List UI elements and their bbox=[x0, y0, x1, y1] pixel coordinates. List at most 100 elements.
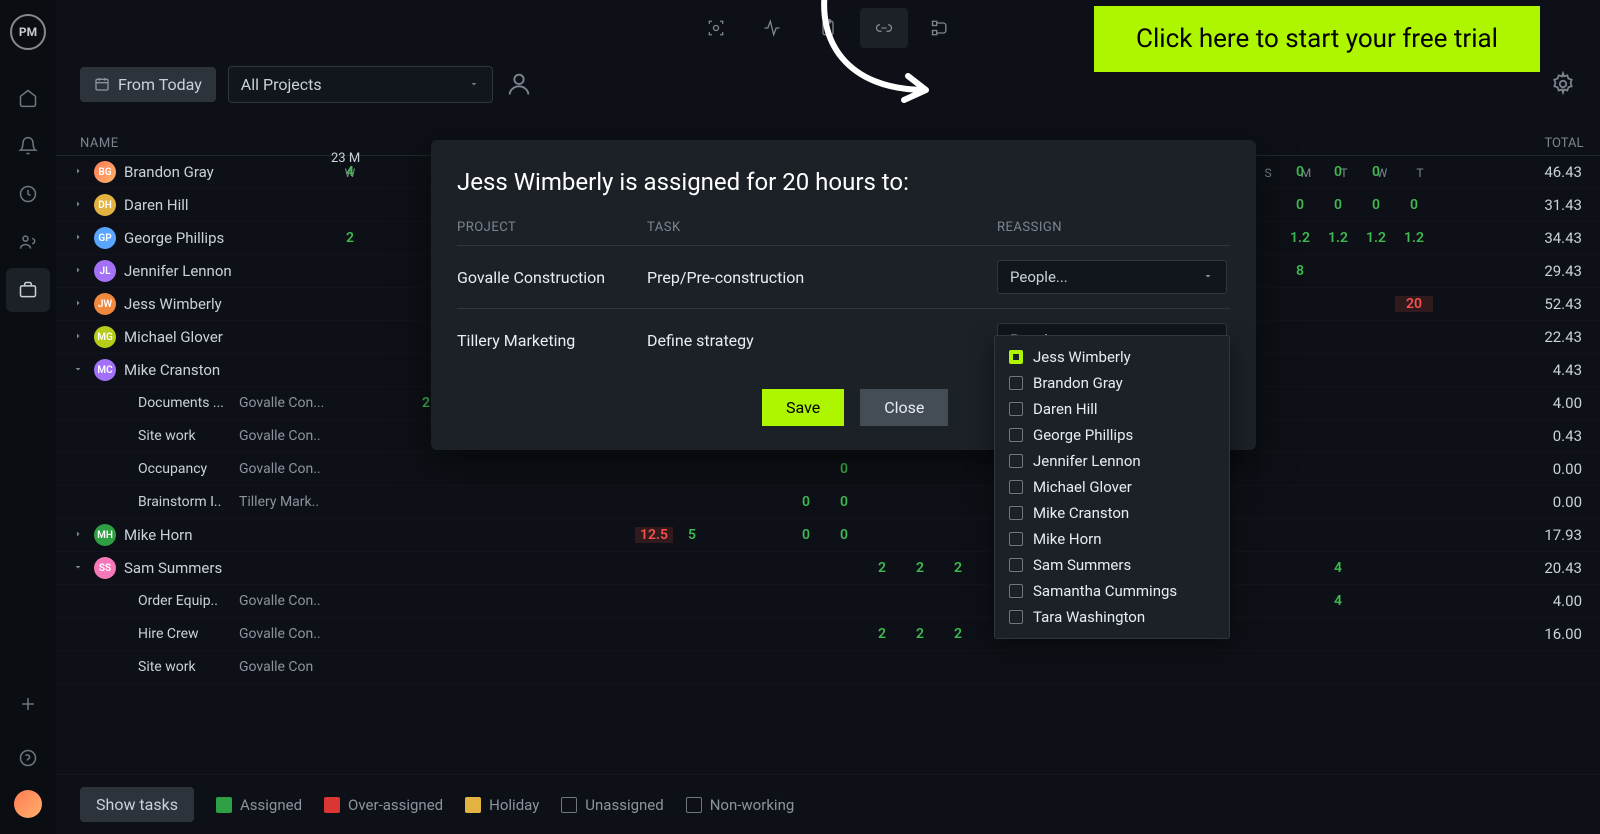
hours-cell[interactable] bbox=[1357, 560, 1395, 576]
task-row[interactable]: OccupancyGovalle Con..00.00 bbox=[56, 453, 1600, 486]
dropdown-option[interactable]: Mike Cranston bbox=[995, 500, 1229, 526]
hours-cell[interactable] bbox=[673, 626, 711, 642]
hours-cell[interactable] bbox=[1243, 494, 1281, 510]
hours-cell[interactable] bbox=[369, 230, 407, 246]
hours-cell[interactable] bbox=[407, 626, 445, 642]
hours-cell[interactable] bbox=[825, 560, 863, 576]
cta-banner[interactable]: Click here to start your free trial bbox=[1094, 6, 1540, 72]
hours-cell[interactable] bbox=[673, 560, 711, 576]
hours-cell[interactable]: 2 bbox=[331, 230, 369, 246]
hours-cell[interactable] bbox=[597, 461, 635, 477]
checkbox[interactable] bbox=[1009, 610, 1023, 624]
home-icon[interactable] bbox=[6, 76, 50, 120]
chevron-right-icon[interactable] bbox=[72, 229, 86, 247]
hours-cell[interactable] bbox=[711, 461, 749, 477]
hours-cell[interactable] bbox=[1433, 560, 1471, 576]
hours-cell[interactable] bbox=[521, 626, 559, 642]
projects-select[interactable]: All Projects bbox=[228, 66, 493, 103]
bell-icon[interactable] bbox=[6, 124, 50, 168]
hours-cell[interactable] bbox=[901, 494, 939, 510]
hours-cell[interactable] bbox=[825, 593, 863, 609]
hours-cell[interactable] bbox=[1395, 164, 1433, 180]
hours-cell[interactable] bbox=[1395, 461, 1433, 477]
hours-cell[interactable] bbox=[863, 593, 901, 609]
hours-cell[interactable] bbox=[1357, 263, 1395, 279]
hours-cell[interactable] bbox=[1433, 296, 1471, 312]
task-row[interactable]: Site workGovalle Con bbox=[56, 651, 1600, 684]
hours-cell[interactable] bbox=[331, 494, 369, 510]
hours-cell[interactable] bbox=[1281, 494, 1319, 510]
hours-cell[interactable] bbox=[1319, 527, 1357, 543]
hours-cell[interactable] bbox=[1281, 527, 1319, 543]
hours-cell[interactable] bbox=[1319, 494, 1357, 510]
task-row[interactable]: Order Equip..Govalle Con..44.00 bbox=[56, 585, 1600, 618]
hours-cell[interactable] bbox=[369, 164, 407, 180]
chevron-right-icon[interactable] bbox=[72, 262, 86, 280]
hours-cell[interactable]: 2 bbox=[939, 626, 977, 642]
hours-cell[interactable]: 0 bbox=[825, 494, 863, 510]
chevron-right-icon[interactable] bbox=[72, 328, 86, 346]
hours-cell[interactable] bbox=[635, 626, 673, 642]
hours-cell[interactable] bbox=[749, 626, 787, 642]
hours-cell[interactable]: 20 bbox=[1395, 296, 1433, 312]
hours-cell[interactable] bbox=[1319, 461, 1357, 477]
hours-cell[interactable] bbox=[1319, 395, 1357, 411]
checkbox[interactable] bbox=[1009, 506, 1023, 520]
checkbox[interactable] bbox=[1009, 350, 1023, 364]
hours-cell[interactable] bbox=[1433, 461, 1471, 477]
hours-cell[interactable] bbox=[1319, 263, 1357, 279]
hours-cell[interactable] bbox=[483, 593, 521, 609]
hours-cell[interactable] bbox=[1433, 164, 1471, 180]
hours-cell[interactable] bbox=[331, 593, 369, 609]
hours-cell[interactable] bbox=[711, 494, 749, 510]
hours-cell[interactable] bbox=[559, 626, 597, 642]
hours-cell[interactable]: 2 bbox=[863, 560, 901, 576]
hours-cell[interactable] bbox=[1357, 461, 1395, 477]
hours-cell[interactable] bbox=[331, 527, 369, 543]
hours-cell[interactable] bbox=[597, 527, 635, 543]
hours-cell[interactable] bbox=[1281, 560, 1319, 576]
help-icon[interactable] bbox=[6, 736, 50, 780]
hours-cell[interactable] bbox=[939, 461, 977, 477]
hours-cell[interactable] bbox=[1319, 296, 1357, 312]
hours-cell[interactable]: 1.2 bbox=[1319, 230, 1357, 246]
hours-cell[interactable] bbox=[863, 494, 901, 510]
chevron-right-icon[interactable] bbox=[72, 163, 86, 181]
hours-cell[interactable] bbox=[521, 461, 559, 477]
hours-cell[interactable] bbox=[1433, 230, 1471, 246]
hours-cell[interactable]: 2 bbox=[939, 560, 977, 576]
hours-cell[interactable]: 4 bbox=[1319, 593, 1357, 609]
checkbox[interactable] bbox=[1009, 454, 1023, 468]
hours-cell[interactable] bbox=[331, 395, 369, 411]
hours-cell[interactable] bbox=[749, 527, 787, 543]
hours-cell[interactable] bbox=[1281, 395, 1319, 411]
dropdown-option[interactable]: Brandon Gray bbox=[995, 370, 1229, 396]
hours-cell[interactable] bbox=[331, 197, 369, 213]
hours-cell[interactable] bbox=[331, 296, 369, 312]
chevron-down-icon[interactable] bbox=[72, 361, 86, 379]
hours-cell[interactable] bbox=[1357, 527, 1395, 543]
hours-cell[interactable] bbox=[863, 527, 901, 543]
hours-cell[interactable]: 0 bbox=[1319, 197, 1357, 213]
hours-cell[interactable] bbox=[1243, 461, 1281, 477]
hours-cell[interactable] bbox=[1433, 197, 1471, 213]
hours-cell[interactable] bbox=[559, 560, 597, 576]
hours-cell[interactable] bbox=[331, 461, 369, 477]
chevron-right-icon[interactable] bbox=[72, 295, 86, 313]
hours-cell[interactable] bbox=[1357, 296, 1395, 312]
hours-cell[interactable]: 1.2 bbox=[1357, 230, 1395, 246]
close-button[interactable]: Close bbox=[860, 389, 948, 426]
checkbox[interactable] bbox=[1009, 402, 1023, 416]
hours-cell[interactable] bbox=[369, 593, 407, 609]
hours-cell[interactable] bbox=[521, 593, 559, 609]
hours-cell[interactable]: 2 bbox=[863, 626, 901, 642]
hours-cell[interactable]: 12.5 bbox=[635, 527, 673, 543]
people-dropdown[interactable]: Jess WimberlyBrandon GrayDaren HillGeorg… bbox=[994, 335, 1230, 639]
hours-cell[interactable] bbox=[711, 560, 749, 576]
hours-cell[interactable] bbox=[369, 527, 407, 543]
hours-cell[interactable] bbox=[483, 560, 521, 576]
hours-cell[interactable] bbox=[407, 560, 445, 576]
hours-cell[interactable] bbox=[673, 593, 711, 609]
hours-cell[interactable] bbox=[939, 527, 977, 543]
hours-cell[interactable] bbox=[749, 494, 787, 510]
